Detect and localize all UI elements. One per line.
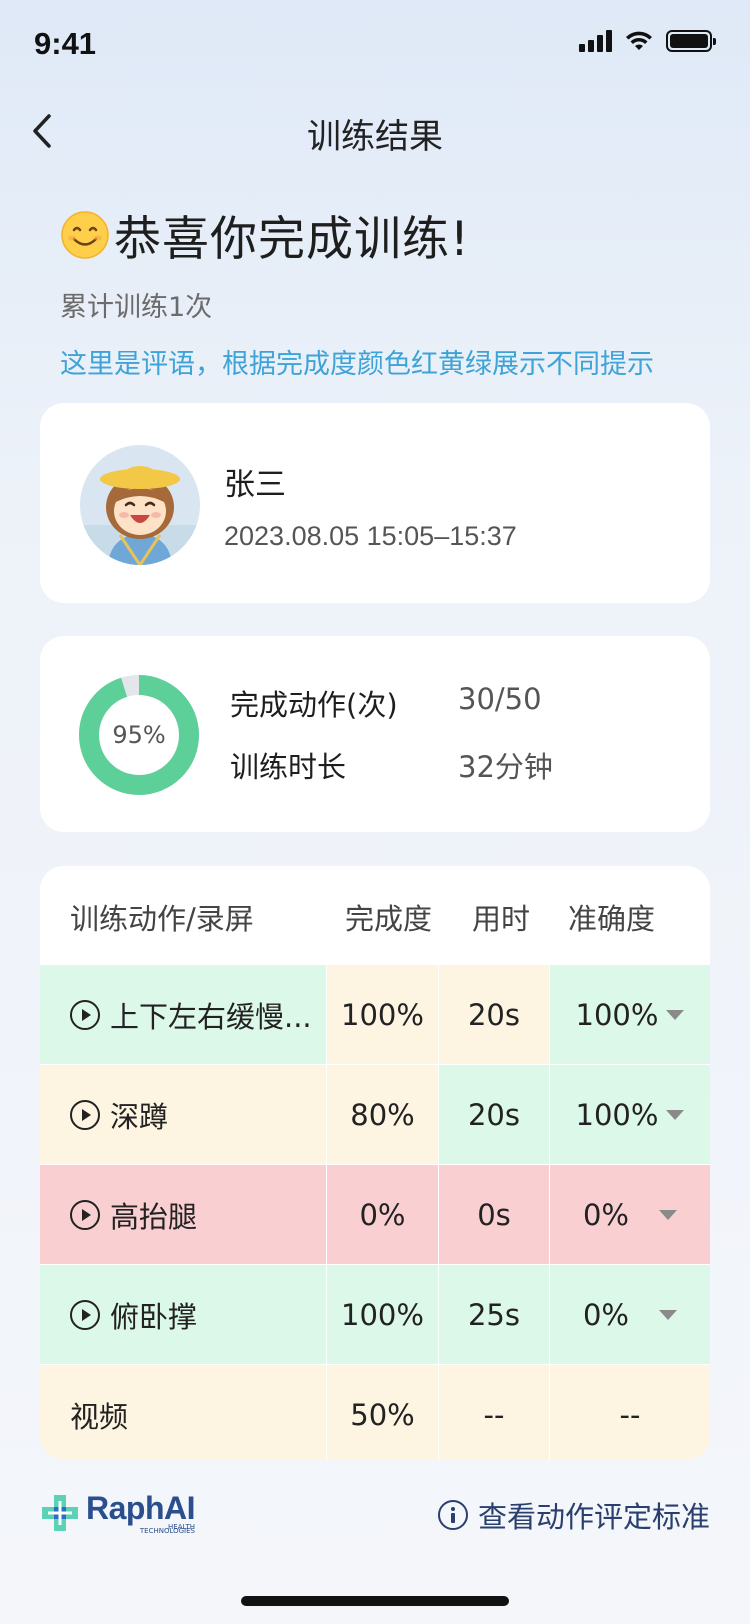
congrats-text: 恭喜你完成训练! bbox=[114, 212, 470, 267]
accuracy-value: 0% bbox=[582, 1298, 629, 1332]
caret-down-icon[interactable] bbox=[659, 1210, 677, 1220]
criteria-link-label: 查看动作评定标准 bbox=[477, 1500, 710, 1534]
completion-cell: 0% bbox=[327, 1165, 439, 1265]
header-action: 训练动作/录屏 bbox=[70, 902, 254, 936]
action-name: 上下左右缓慢... bbox=[110, 1000, 312, 1034]
avatar-illustration bbox=[80, 445, 200, 565]
stats-card: 95% 完成动作(次) 30/50 训练时长 32分钟 bbox=[40, 636, 710, 832]
time-cell: -- bbox=[439, 1365, 550, 1460]
accuracy-cell[interactable]: 100% bbox=[550, 965, 710, 1065]
table-header: 训练动作/录屏 完成度 用时 准确度 bbox=[40, 866, 710, 964]
time-cell: 0s bbox=[439, 1165, 550, 1265]
action-cell[interactable]: 上下左右缓慢... bbox=[40, 965, 327, 1065]
status-time: 9:41 bbox=[34, 26, 97, 61]
action-name: 俯卧撑 bbox=[110, 1300, 198, 1334]
nav-bar: 训练结果 bbox=[0, 95, 750, 171]
profile-card: 张三 2023.08.05 15:05–15:37 bbox=[40, 403, 710, 603]
actions-value: 30/50 bbox=[458, 682, 542, 716]
caret-down-icon[interactable] bbox=[666, 1010, 685, 1020]
duration-label: 训练时长 bbox=[230, 750, 347, 784]
results-table: 训练动作/录屏 完成度 用时 准确度 上下左右缓慢... 100% 20s 10… bbox=[40, 866, 710, 1460]
avatar bbox=[80, 445, 200, 565]
caret-down-icon[interactable] bbox=[666, 1110, 685, 1120]
accuracy-value: 100% bbox=[575, 998, 659, 1032]
raphai-logo: RaphAI HEALTH TECHNOLOGIES bbox=[40, 1490, 196, 1535]
wifi-icon bbox=[626, 31, 652, 50]
comment-text: 这里是评语，根据完成度颜色红黄绿展示不同提示 bbox=[60, 349, 654, 380]
header-accuracy: 准确度 bbox=[568, 902, 656, 936]
duration-value: 32分钟 bbox=[458, 750, 553, 784]
cumulative-count: 累计训练1次 bbox=[60, 292, 213, 323]
play-icon[interactable] bbox=[70, 1200, 100, 1230]
time-cell: 20s bbox=[439, 965, 550, 1065]
accuracy-cell[interactable]: 0% bbox=[550, 1265, 710, 1365]
info-icon bbox=[437, 1500, 468, 1530]
signal-icon bbox=[579, 30, 612, 52]
action-cell[interactable]: 深蹲 bbox=[40, 1065, 327, 1165]
accuracy-value: 100% bbox=[575, 1098, 659, 1132]
table-row: 俯卧撑 100% 25s 0% bbox=[40, 1264, 710, 1365]
table-row: 上下左右缓慢... 100% 20s 100% bbox=[40, 964, 710, 1065]
time-cell: 25s bbox=[439, 1265, 550, 1365]
action-cell[interactable]: 俯卧撑 bbox=[40, 1265, 327, 1365]
completion-cell: 80% bbox=[327, 1065, 439, 1165]
action-name: 高抬腿 bbox=[110, 1200, 198, 1234]
status-icons bbox=[579, 30, 716, 52]
action-cell: 视频 bbox=[40, 1365, 327, 1460]
actions-label: 完成动作(次) bbox=[230, 688, 398, 722]
completion-cell: 50% bbox=[327, 1365, 439, 1460]
battery-icon bbox=[666, 30, 716, 52]
logo-sub-2: TECHNOLOGIES bbox=[139, 1527, 195, 1535]
user-name: 张三 bbox=[224, 467, 286, 503]
table-row: 深蹲 80% 20s 100% bbox=[40, 1064, 710, 1165]
table-row: 视频 50% -- -- bbox=[40, 1364, 710, 1460]
accuracy-cell[interactable]: 0% bbox=[550, 1165, 710, 1265]
logo-text: RaphAI bbox=[86, 1490, 196, 1526]
congrats-heading: 恭喜你完成训练! bbox=[60, 200, 470, 269]
status-bar: 9:41 bbox=[0, 0, 750, 90]
play-icon[interactable] bbox=[70, 1300, 100, 1330]
accuracy-cell: -- bbox=[550, 1365, 710, 1460]
caret-down-icon[interactable] bbox=[659, 1310, 677, 1320]
medical-cross-icon bbox=[42, 1494, 78, 1531]
play-icon[interactable] bbox=[70, 1000, 100, 1030]
completion-percent: 95% bbox=[112, 721, 166, 749]
page-title: 训练结果 bbox=[307, 117, 443, 157]
completion-cell: 100% bbox=[327, 965, 439, 1065]
criteria-link[interactable]: 查看动作评定标准 bbox=[437, 1494, 710, 1536]
training-datetime: 2023.08.05 15:05–15:37 bbox=[224, 521, 517, 551]
smiley-icon bbox=[61, 210, 109, 259]
completion-cell: 100% bbox=[327, 1265, 439, 1365]
accuracy-value: 0% bbox=[582, 1198, 629, 1232]
table-row: 高抬腿 0% 0s 0% bbox=[40, 1164, 710, 1265]
home-indicator bbox=[241, 1596, 509, 1606]
action-cell[interactable]: 高抬腿 bbox=[40, 1165, 327, 1265]
time-cell: 20s bbox=[439, 1065, 550, 1165]
header-time: 用时 bbox=[472, 902, 531, 936]
action-name: 深蹲 bbox=[110, 1100, 169, 1134]
action-name: 视频 bbox=[70, 1400, 129, 1434]
header-completion: 完成度 bbox=[345, 902, 433, 936]
accuracy-cell[interactable]: 100% bbox=[550, 1065, 710, 1165]
play-icon[interactable] bbox=[70, 1100, 100, 1130]
